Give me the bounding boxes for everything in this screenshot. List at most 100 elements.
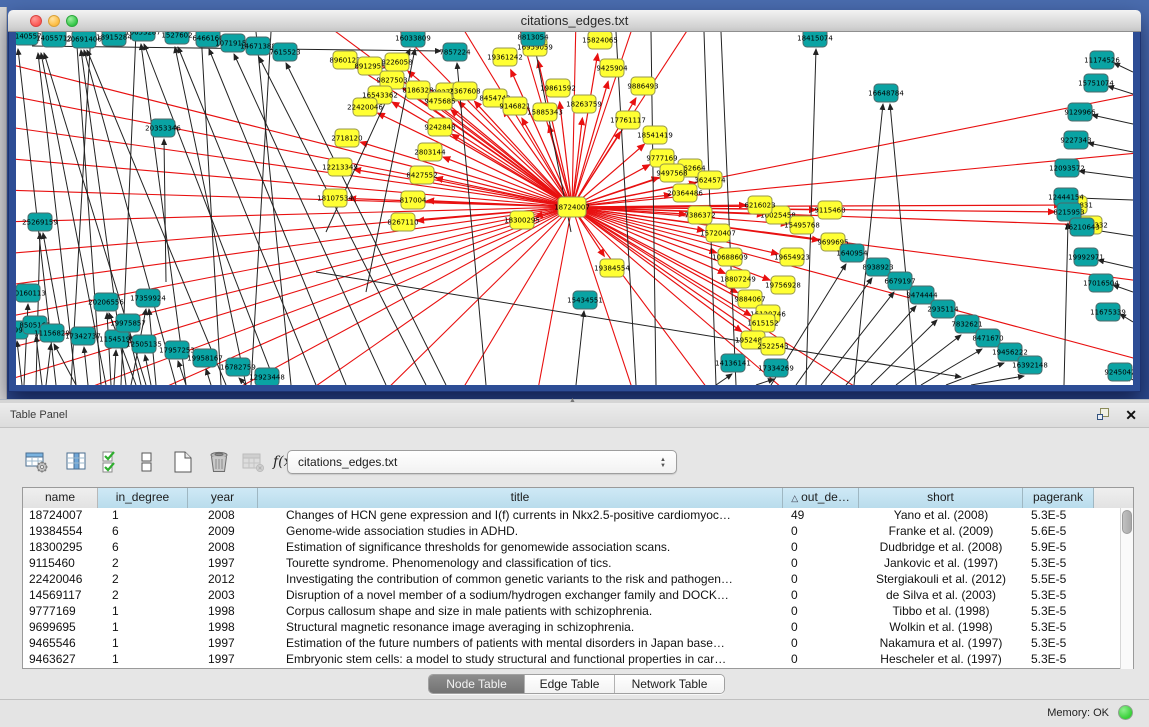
- cell-pagerank[interactable]: 5.3E-5: [1023, 556, 1094, 572]
- column-header-in_degree[interactable]: in_degree: [98, 488, 188, 508]
- cell-in_degree[interactable]: 2: [98, 556, 188, 572]
- table-row[interactable]: 1872400712008Changes of HCN gene express…: [23, 508, 1133, 524]
- cell-title[interactable]: Embryonic stem cells: a model to study s…: [258, 652, 783, 668]
- teal-node[interactable]: 7615523: [269, 43, 300, 61]
- import-table-icon[interactable]: [238, 447, 268, 477]
- yellow-node[interactable]: 18107534: [317, 189, 353, 207]
- table-vertical-scrollbar[interactable]: [1120, 508, 1133, 669]
- cell-pagerank[interactable]: 5.3E-5: [1023, 604, 1094, 620]
- column-header-out_de[interactable]: △out_de…: [783, 488, 859, 508]
- cell-year[interactable]: 1998: [188, 604, 258, 620]
- scrollbar-thumb[interactable]: [1122, 510, 1132, 534]
- cell-name[interactable]: 22420046: [23, 572, 98, 588]
- new-document-icon[interactable]: [168, 447, 198, 477]
- yellow-node[interactable]: 2522543: [757, 337, 788, 355]
- cell-short[interactable]: Dudbridge et al. (2008): [859, 540, 1023, 556]
- cell-out_de[interactable]: 0: [783, 636, 859, 652]
- table-row[interactable]: 1938455462009Genome-wide association stu…: [23, 524, 1133, 540]
- teal-node[interactable]: 11174526: [1084, 51, 1120, 69]
- network-window-titlebar[interactable]: citations_edges.txt: [8, 10, 1141, 32]
- close-panel-icon[interactable]: ✕: [1125, 406, 1137, 424]
- yellow-node[interactable]: 8226058: [381, 53, 412, 71]
- teal-node[interactable]: 20353346: [145, 119, 181, 137]
- cell-out_de[interactable]: 49: [783, 508, 859, 524]
- cell-title[interactable]: Tourette syndrome. Phenomenology and cla…: [258, 556, 783, 572]
- cell-title[interactable]: Structural magnetic resonance image aver…: [258, 620, 783, 636]
- cell-name[interactable]: 9463627: [23, 652, 98, 668]
- cell-in_degree[interactable]: 1: [98, 652, 188, 668]
- yellow-node[interactable]: 19756928: [765, 276, 801, 294]
- cell-pagerank[interactable]: 5.3E-5: [1023, 588, 1094, 604]
- cell-pagerank[interactable]: 5.5E-5: [1023, 572, 1094, 588]
- table-options-icon[interactable]: [22, 447, 52, 477]
- yellow-node[interactable]: 10688609: [712, 248, 748, 266]
- yellow-node[interactable]: 18263759: [566, 95, 602, 113]
- cell-pagerank[interactable]: 5.9E-5: [1023, 540, 1094, 556]
- cell-name[interactable]: 19384554: [23, 524, 98, 540]
- yellow-node[interactable]: 15720407: [700, 224, 736, 242]
- select-checks-icon[interactable]: [98, 447, 128, 477]
- cell-title[interactable]: Genome-wide association studies in ADHD.: [258, 524, 783, 540]
- yellow-node[interactable]: 18541419: [637, 126, 673, 144]
- column-header-pagerank[interactable]: pagerank: [1023, 488, 1094, 508]
- teal-node[interactable]: 18415074: [797, 32, 833, 47]
- table-row[interactable]: 1456911722003Disruption of a novel membe…: [23, 588, 1133, 604]
- cell-in_degree[interactable]: 6: [98, 524, 188, 540]
- yellow-node[interactable]: 7386372: [684, 206, 715, 224]
- table-row[interactable]: 969969511998Structural magnetic resonanc…: [23, 620, 1133, 636]
- cell-title[interactable]: Changes of HCN gene expression and I(f) …: [258, 508, 783, 524]
- cell-out_de[interactable]: 0: [783, 604, 859, 620]
- cell-pagerank[interactable]: 5.3E-5: [1023, 652, 1094, 668]
- table-row[interactable]: 946554611997Estimation of the future num…: [23, 636, 1133, 652]
- yellow-node[interactable]: 8267110: [387, 213, 418, 231]
- trash-icon[interactable]: [204, 447, 234, 477]
- teal-node[interactable]: 11675339: [1090, 303, 1126, 321]
- table-row[interactable]: 911546021997Tourette syndrome. Phenomeno…: [23, 556, 1133, 572]
- cell-short[interactable]: Franke et al. (2009): [859, 524, 1023, 540]
- table-select-dropdown[interactable]: citations_edges.txt ▲▼: [287, 450, 677, 474]
- cell-name[interactable]: 9115460: [23, 556, 98, 572]
- yellow-node[interactable]: 9146821: [499, 97, 530, 115]
- cell-name[interactable]: 9777169: [23, 604, 98, 620]
- yellow-node[interactable]: 9497568: [656, 164, 687, 182]
- yellow-node[interactable]: 3624574: [694, 171, 726, 189]
- yellow-node[interactable]: 15824065: [582, 32, 618, 49]
- network-canvas[interactable]: 8960123891295582260589827503165433628186…: [16, 32, 1133, 385]
- teal-node[interactable]: 16033809: [395, 32, 431, 47]
- teal-node[interactable]: 9245042: [1104, 363, 1133, 381]
- yellow-node[interactable]: 6216023: [744, 196, 775, 214]
- teal-node[interactable]: 20160113: [16, 284, 46, 302]
- yellow-node[interactable]: 817004: [400, 191, 427, 209]
- show-column-icon[interactable]: [62, 447, 92, 477]
- cell-year[interactable]: 2008: [188, 540, 258, 556]
- cell-pagerank[interactable]: 5.3E-5: [1023, 636, 1094, 652]
- cell-in_degree[interactable]: 2: [98, 572, 188, 588]
- yellow-node[interactable]: 17761117: [610, 111, 646, 129]
- cell-title[interactable]: Disruption of a novel member of a sodium…: [258, 588, 783, 604]
- tab-edge-table[interactable]: Edge Table: [525, 675, 615, 694]
- memory-status-indicator[interactable]: [1118, 705, 1133, 720]
- cell-short[interactable]: Nakamura et al. (1997): [859, 636, 1023, 652]
- cell-title[interactable]: Estimation of the future numbers of pati…: [258, 636, 783, 652]
- cell-year[interactable]: 2008: [188, 508, 258, 524]
- yellow-node[interactable]: 9242848: [424, 118, 455, 136]
- table-row[interactable]: 977716911998Corpus callosum shape and si…: [23, 604, 1133, 620]
- row-toggle-icon[interactable]: [132, 447, 162, 477]
- teal-node[interactable]: 1640954: [836, 244, 868, 262]
- cell-pagerank[interactable]: 5.6E-5: [1023, 524, 1094, 540]
- yellow-node[interactable]: 9886493: [627, 77, 658, 95]
- cell-pagerank[interactable]: 5.3E-5: [1023, 620, 1094, 636]
- yellow-node[interactable]: 9115460: [814, 201, 845, 219]
- teal-node[interactable]: 16648784: [868, 84, 904, 102]
- teal-node[interactable]: 2935114: [927, 300, 959, 318]
- teal-node[interactable]: 9129966: [1064, 103, 1096, 121]
- cell-short[interactable]: Wolkin et al. (1998): [859, 620, 1023, 636]
- teal-node[interactable]: 8813054: [517, 32, 549, 46]
- yellow-node[interactable]: 19384554: [594, 259, 630, 277]
- cell-in_degree[interactable]: 6: [98, 540, 188, 556]
- teal-node[interactable]: 12093572: [1049, 159, 1085, 177]
- cell-in_degree[interactable]: 1: [98, 508, 188, 524]
- teal-node[interactable]: 17334269: [758, 359, 794, 377]
- tab-node-table[interactable]: Node Table: [429, 675, 525, 694]
- cell-short[interactable]: Tibbo et al. (1998): [859, 604, 1023, 620]
